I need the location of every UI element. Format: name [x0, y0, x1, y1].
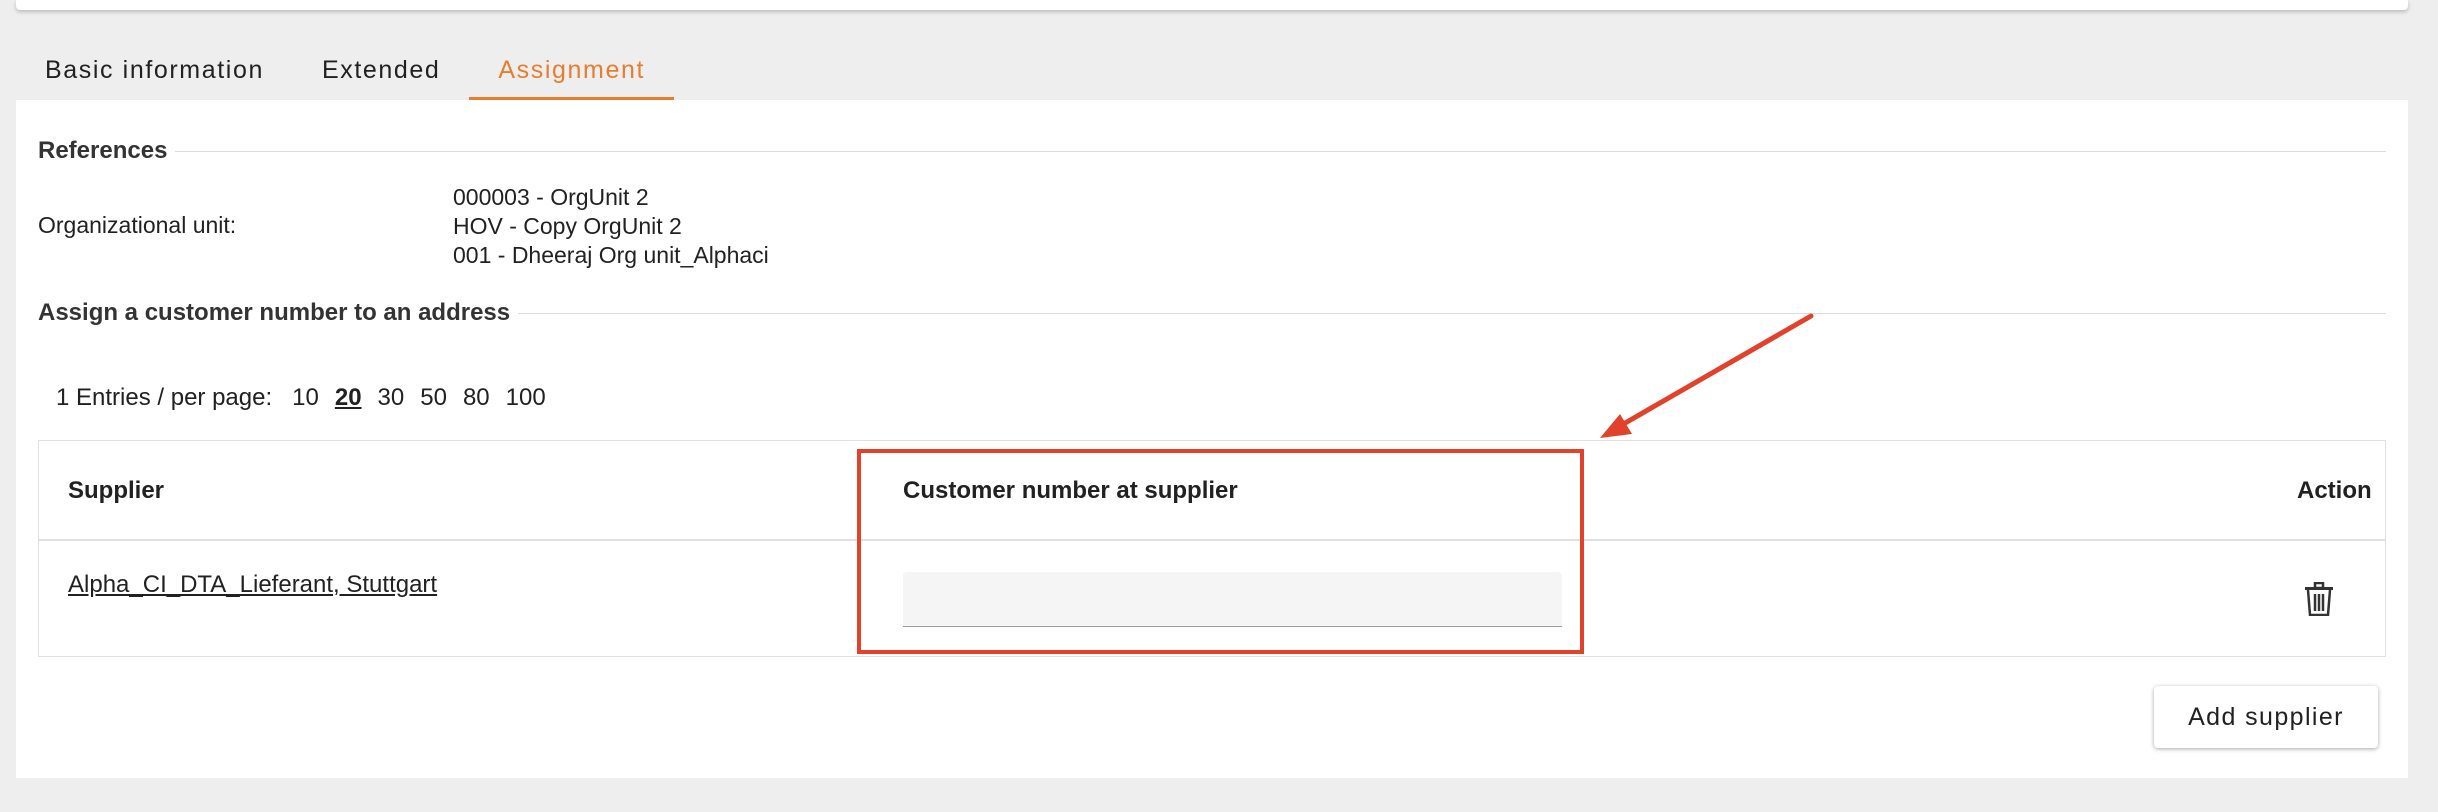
assign-section-header: Assign a customer number to an address — [38, 298, 2386, 328]
trash-icon — [2305, 582, 2333, 616]
column-header-action: Action — [2297, 477, 2372, 504]
tab-assignment[interactable]: Assignment — [469, 40, 674, 100]
section-divider — [518, 312, 2386, 314]
page-size-20[interactable]: 20 — [335, 384, 362, 412]
references-section-header: References — [38, 136, 2386, 166]
page-size-10[interactable]: 10 — [292, 384, 319, 412]
table-row: Alpha_CI_DTA_Lieferant, Stuttgart — [39, 543, 2385, 657]
page-size-50[interactable]: 50 — [420, 384, 447, 412]
column-header-supplier: Supplier — [68, 477, 165, 504]
page-size-80[interactable]: 80 — [463, 384, 490, 412]
org-unit-item: 000003 - OrgUnit 2 — [453, 184, 649, 210]
supplier-link[interactable]: Alpha_CI_DTA_Lieferant, Stuttgart — [68, 571, 437, 599]
page-size-100[interactable]: 100 — [506, 384, 546, 412]
add-supplier-button[interactable]: Add supplier — [2154, 686, 2378, 748]
table-header: Supplier Customer number at supplier Act… — [39, 441, 2385, 541]
pagination: 1 Entries / per page: 10 20 30 50 80 100 — [56, 380, 554, 416]
assignment-panel: References Organizational unit: 000003 -… — [16, 100, 2408, 778]
tab-basic-information[interactable]: Basic information — [16, 40, 293, 100]
supplier-table: Supplier Customer number at supplier Act… — [38, 440, 2386, 657]
org-unit-label: Organizational unit: — [38, 212, 237, 238]
entries-count: 1 Entries / per page: — [56, 384, 273, 411]
section-divider — [175, 150, 2386, 152]
org-unit-item: HOV - Copy OrgUnit 2 — [453, 213, 682, 239]
references-title: References — [38, 137, 168, 164]
org-unit-item: 001 - Dheeraj Org unit_Alphaci — [453, 242, 769, 268]
org-unit-list: 000003 - OrgUnit 2 HOV - Copy OrgUnit 2 … — [453, 183, 769, 270]
customer-number-input[interactable] — [903, 572, 1562, 627]
page-size-30[interactable]: 30 — [378, 384, 405, 412]
assign-title: Assign a customer number to an address — [38, 299, 511, 326]
delete-button[interactable] — [2295, 575, 2343, 623]
column-header-customer-number: Customer number at supplier — [903, 477, 1238, 504]
tab-extended[interactable]: Extended — [293, 40, 469, 100]
tab-bar: Basic information Extended Assignment — [16, 40, 674, 100]
top-card — [16, 0, 2408, 10]
